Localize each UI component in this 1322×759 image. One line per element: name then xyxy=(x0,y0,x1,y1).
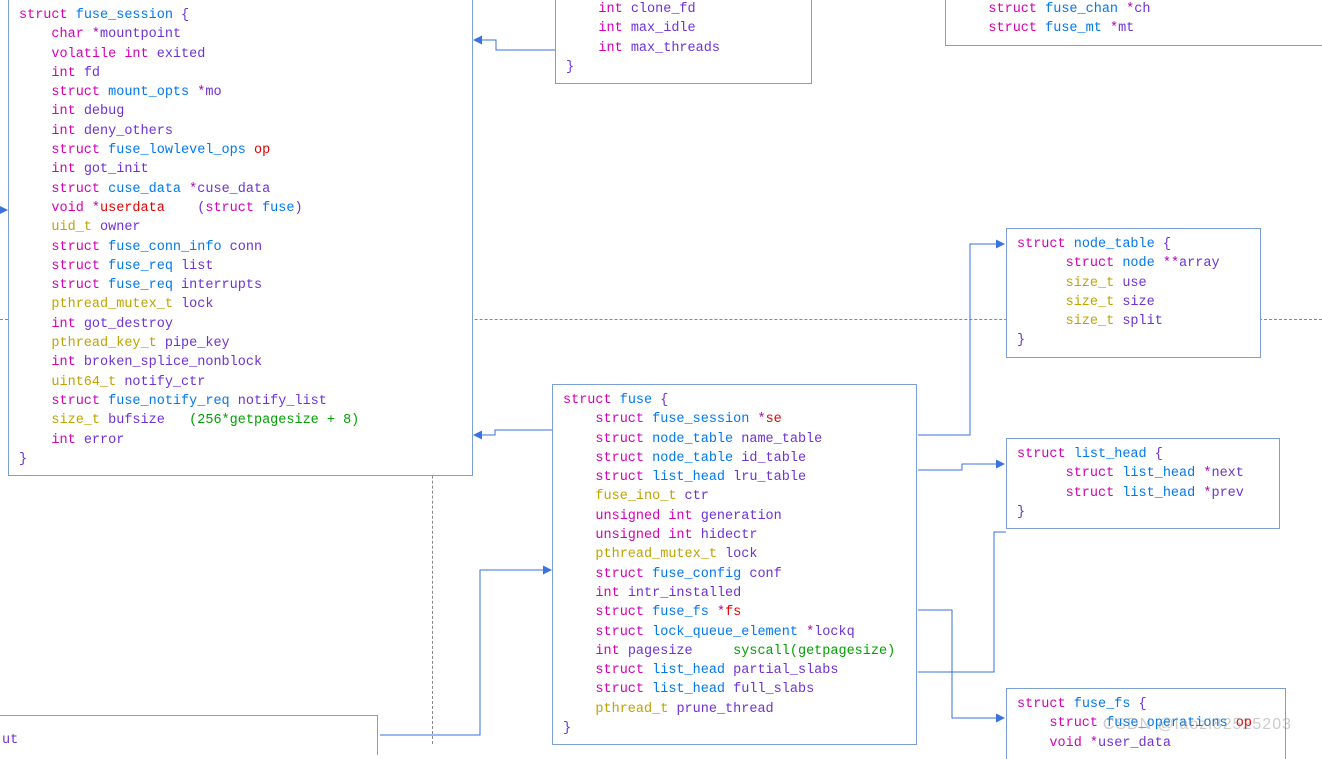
struct-field: unsigned int hidectr xyxy=(563,526,906,545)
struct-close: } xyxy=(563,719,906,738)
struct-field: pthread_t prune_thread xyxy=(563,700,906,719)
struct-field: int max_threads xyxy=(566,39,801,58)
struct-field: fuse_ino_t ctr xyxy=(563,487,906,506)
struct-field: int clone_fd xyxy=(566,0,801,19)
struct-field: char *mountpoint xyxy=(19,25,462,44)
struct-field: struct fuse_session *se xyxy=(563,410,906,429)
struct-field: struct list_head *prev xyxy=(1017,484,1269,503)
struct-field: size_t split xyxy=(1017,312,1250,331)
struct-fuse-session-box: struct fuse_session { char *mountpoint v… xyxy=(8,0,473,476)
struct-field: struct list_head full_slabs xyxy=(563,680,906,699)
struct-field: struct fuse_req list xyxy=(19,257,462,276)
struct-decl: struct fuse { xyxy=(563,391,906,410)
struct-field: void *user_data xyxy=(1017,734,1275,753)
struct-field: size_t use xyxy=(1017,274,1250,293)
struct-decl: struct list_head { xyxy=(1017,445,1269,464)
struct-fuse-box: struct fuse { struct fuse_session *se st… xyxy=(552,384,917,745)
struct-field: uint64_t notify_ctr xyxy=(19,373,462,392)
struct-field: struct fuse_req interrupts xyxy=(19,276,462,295)
watermark-text: CSDN @laozi82525203 xyxy=(1103,715,1292,734)
struct-field: struct node_table id_table xyxy=(563,449,906,468)
struct-field: struct fuse_fs *fs xyxy=(563,603,906,622)
struct-field: struct list_head lru_table xyxy=(563,468,906,487)
struct-field: int got_destroy xyxy=(19,315,462,334)
struct-fuse-chan-partial-box: struct fuse_chan *ch struct fuse_mt *mt xyxy=(945,0,1322,46)
struct-field: pthread_mutex_t lock xyxy=(563,545,906,564)
struct-field: struct fuse_config conf xyxy=(563,565,906,584)
struct-field: struct list_head partial_slabs xyxy=(563,661,906,680)
struct-field: volatile int exited xyxy=(19,45,462,64)
struct-field: struct fuse_lowlevel_ops op xyxy=(19,141,462,160)
struct-close: } xyxy=(1017,331,1250,350)
struct-field: int max_idle xyxy=(566,19,801,38)
fragment-text-ut: ut xyxy=(2,731,18,750)
struct-field: int fd xyxy=(19,64,462,83)
struct-close: } xyxy=(1017,503,1269,522)
struct-field: int intr_installed xyxy=(563,584,906,603)
struct-field: int debug xyxy=(19,102,462,121)
struct-node-table-box: struct node_table { struct node **array … xyxy=(1006,228,1261,358)
struct-field: size_t bufsize (256*getpagesize + 8) xyxy=(19,411,462,430)
struct-field: int got_init xyxy=(19,160,462,179)
struct-decl: struct fuse_fs { xyxy=(1017,695,1275,714)
struct-list-head-box: struct list_head { struct list_head *nex… xyxy=(1006,438,1280,529)
struct-field: int error xyxy=(19,431,462,450)
struct-field: uid_t owner xyxy=(19,218,462,237)
struct-field: pthread_key_t pipe_key xyxy=(19,334,462,353)
struct-decl: struct fuse_session { xyxy=(19,6,462,25)
struct-fuse-mt-partial-box: int clone_fd int max_idle int max_thread… xyxy=(555,0,812,84)
struct-field: struct fuse_chan *ch xyxy=(956,0,1313,19)
struct-field: void *userdata (struct fuse) xyxy=(19,199,462,218)
struct-field: int deny_others xyxy=(19,122,462,141)
struct-field: struct mount_opts *mo xyxy=(19,83,462,102)
struct-field: size_t size xyxy=(1017,293,1250,312)
struct-field: unsigned int generation xyxy=(563,507,906,526)
struct-field: pthread_mutex_t lock xyxy=(19,295,462,314)
struct-field: struct cuse_data *cuse_data xyxy=(19,180,462,199)
struct-close: } xyxy=(19,450,462,469)
struct-field: struct fuse_mt *mt xyxy=(956,19,1313,38)
struct-field: struct node_table name_table xyxy=(563,430,906,449)
partial-box-bottom-left xyxy=(0,715,378,755)
struct-close: } xyxy=(566,58,801,77)
struct-field: int pagesize syscall(getpagesize) xyxy=(563,642,906,661)
struct-field: struct list_head *next xyxy=(1017,464,1269,483)
struct-field: struct node **array xyxy=(1017,254,1250,273)
struct-field: int broken_splice_nonblock xyxy=(19,353,462,372)
struct-decl: struct node_table { xyxy=(1017,235,1250,254)
struct-field: struct fuse_notify_req notify_list xyxy=(19,392,462,411)
struct-field: struct fuse_conn_info conn xyxy=(19,238,462,257)
struct-field: struct lock_queue_element *lockq xyxy=(563,623,906,642)
